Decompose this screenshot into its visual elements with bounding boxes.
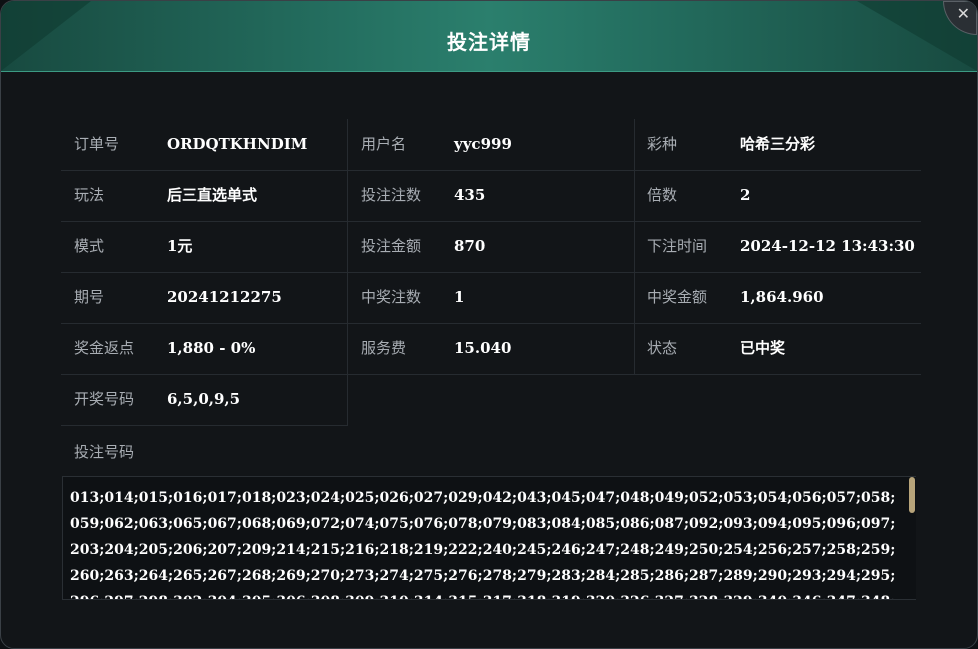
detail-label: 投注注数 [361, 186, 422, 204]
close-icon: ✕ [956, 4, 970, 23]
details-row: 模式 1元 投注金额 870 下注时间 2024-12-12 13:43:30 [61, 221, 921, 273]
details-row: 奖金返点 1,880 - 0% 服务费 15.040 状态 已中奖 [61, 323, 921, 375]
detail-value: 15.040 [454, 339, 512, 357]
detail-label: 服务费 [361, 339, 407, 357]
detail-bet-time: 下注时间 2024-12-12 13:43:30 [634, 221, 920, 272]
detail-value: 1,864.960 [740, 288, 824, 306]
detail-play-method: 玩法 后三直选单式 [61, 170, 348, 221]
detail-rebate: 奖金返点 1,880 - 0% [61, 323, 348, 374]
bet-numbers-text: 013;014;015;016;017;018;023;024;025;026;… [70, 490, 896, 599]
detail-value: ORDQTKHNDIM [167, 135, 308, 153]
details-row: 开奖号码 6,5,0,9,5 [61, 374, 348, 426]
detail-label: 用户名 [361, 135, 407, 153]
detail-winning-bets: 中奖注数 1 [348, 272, 635, 323]
detail-label: 倍数 [647, 186, 678, 204]
detail-value: 已中奖 [740, 339, 786, 357]
detail-label: 模式 [74, 237, 105, 255]
detail-value: 20241212275 [167, 288, 282, 306]
detail-multiplier: 倍数 2 [634, 170, 920, 221]
detail-draw-numbers: 开奖号码 6,5,0,9,5 [61, 374, 348, 425]
detail-label: 期号 [74, 288, 105, 306]
detail-label: 彩种 [647, 135, 678, 153]
detail-label: 下注时间 [647, 237, 708, 255]
detail-value: 后三直选单式 [167, 186, 258, 204]
detail-label: 中奖注数 [361, 288, 422, 306]
detail-label: 中奖金额 [647, 288, 708, 306]
details-row: 玩法 后三直选单式 投注注数 435 倍数 2 [61, 170, 921, 222]
detail-value: 870 [454, 237, 486, 255]
detail-value: 1 [454, 288, 465, 306]
detail-status: 状态 已中奖 [634, 323, 920, 374]
detail-label: 状态 [647, 339, 678, 357]
detail-bet-amount: 投注金额 870 [348, 221, 635, 272]
bet-numbers-label: 投注号码 [74, 443, 135, 461]
detail-value: 435 [454, 186, 486, 204]
detail-label: 奖金返点 [74, 339, 135, 357]
dialog-header: 投注详情 [1, 1, 977, 72]
details-row: 订单号 ORDQTKHNDIM 用户名 yyc999 彩种 哈希三分彩 [61, 119, 921, 171]
detail-winning-amount: 中奖金额 1,864.960 [634, 272, 920, 323]
detail-value: 2024-12-12 13:43:30 [740, 237, 915, 255]
detail-service-fee: 服务费 15.040 [348, 323, 635, 374]
detail-value: 哈希三分彩 [740, 135, 816, 153]
bet-numbers-scrollbar[interactable] [909, 477, 915, 513]
detail-label: 玩法 [74, 186, 105, 204]
dialog-title: 投注详情 [447, 30, 531, 54]
bet-numbers-box[interactable]: 013;014;015;016;017;018;023;024;025;026;… [62, 476, 916, 600]
detail-lottery-type: 彩种 哈希三分彩 [634, 119, 920, 170]
detail-value: 2 [740, 186, 751, 204]
detail-order-id: 订单号 ORDQTKHNDIM [61, 119, 348, 170]
detail-value: 1元 [167, 237, 193, 255]
detail-label: 投注金额 [361, 237, 422, 255]
detail-label: 开奖号码 [74, 390, 135, 408]
detail-value: 1,880 - 0% [167, 339, 256, 357]
detail-username: 用户名 yyc999 [348, 119, 635, 170]
detail-label: 订单号 [74, 135, 120, 153]
detail-value: 6,5,0,9,5 [167, 390, 241, 408]
detail-value: yyc999 [454, 135, 512, 153]
detail-mode: 模式 1元 [61, 221, 348, 272]
bet-details-dialog: 投注详情 ✕ 订单号 ORDQTKHNDIM 用户名 yyc999 彩种 哈希三… [0, 0, 978, 649]
detail-bet-count: 投注注数 435 [348, 170, 635, 221]
details-row: 期号 20241212275 中奖注数 1 中奖金额 1,864.960 [61, 272, 921, 324]
detail-issue-number: 期号 20241212275 [61, 272, 348, 323]
